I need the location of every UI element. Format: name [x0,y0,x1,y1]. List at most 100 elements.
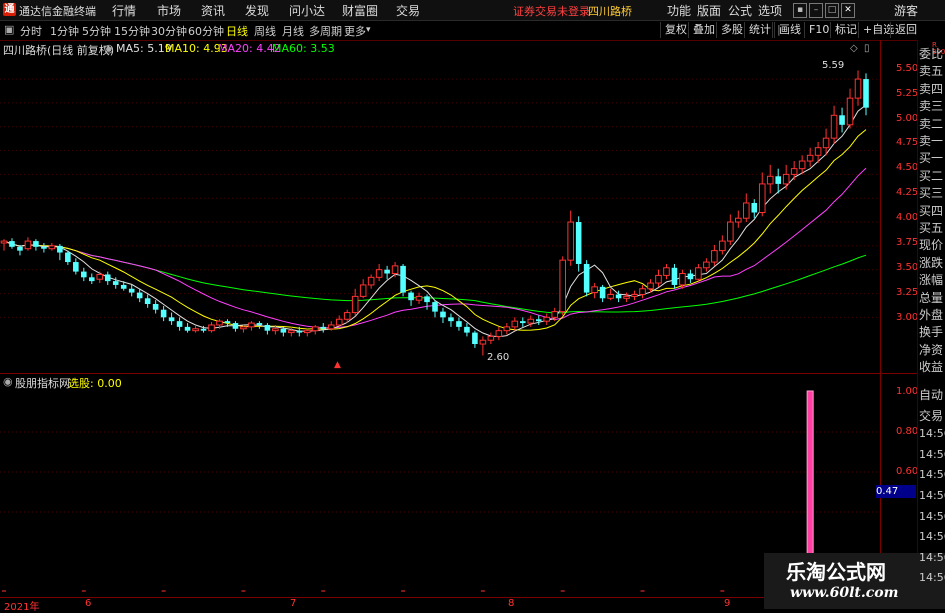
candle[interactable] [583,260,590,297]
candle[interactable] [351,288,359,316]
candle[interactable] [863,73,869,116]
candle[interactable] [152,300,159,314]
candle[interactable] [487,332,495,345]
candle[interactable] [96,271,104,284]
candle[interactable] [17,244,23,256]
candle[interactable] [567,210,574,266]
stats-button[interactable]: 统计 [744,22,775,38]
menu-shichang[interactable]: 市场 [157,2,181,19]
candle[interactable] [503,323,511,335]
candle[interactable] [782,164,790,190]
candle[interactable] [359,279,367,299]
candle[interactable] [424,294,430,310]
candle[interactable] [88,273,95,284]
trade-login-warning[interactable]: 证券交易未登录 [513,3,590,19]
candle[interactable] [41,243,47,253]
minimize-icon[interactable]: – [809,3,823,18]
candle[interactable] [327,321,335,331]
candle[interactable] [591,283,598,299]
candle[interactable] [415,292,423,304]
candle[interactable] [320,323,327,333]
candle[interactable] [663,263,670,280]
period-60min[interactable]: 60分钟 [188,23,224,39]
indicator-settings-icon[interactable]: ◉ [3,375,13,388]
candle[interactable] [607,288,614,301]
candle[interactable] [176,317,183,331]
candle[interactable] [408,290,414,306]
candle[interactable] [9,238,15,249]
back-button[interactable]: 返回 [890,22,921,38]
candle[interactable] [456,317,462,331]
candle[interactable] [758,172,766,217]
kline-chart[interactable] [0,40,880,373]
overlay-button[interactable]: 叠加 [688,22,719,38]
candle[interactable] [846,88,854,129]
candle[interactable] [128,284,135,297]
multi-stock-button[interactable]: 多股 [716,22,747,38]
candle[interactable] [288,326,295,337]
candle[interactable] [695,263,702,282]
menu-caifuquan[interactable]: 财富圈 [342,2,378,19]
candle[interactable] [448,313,454,327]
menu-faxian[interactable]: 发现 [245,2,269,19]
candle[interactable] [24,237,32,251]
chart-diamond-icon[interactable]: ◇ [850,43,858,54]
candle[interactable] [479,336,487,356]
fuquan-button[interactable]: 复权 [660,22,691,38]
candle[interactable] [559,256,566,316]
candle[interactable] [256,321,263,329]
period-monthly[interactable]: 月线 [282,23,304,39]
candle[interactable] [631,290,638,301]
candle[interactable] [384,265,390,280]
candle[interactable] [671,263,678,289]
menu-wenxiaoda[interactable]: 问小达 [289,2,325,19]
candle[interactable] [575,216,582,272]
f10-button[interactable]: F10 [804,22,833,38]
menu-jiaoyi[interactable]: 交易 [396,2,420,19]
candle[interactable] [57,243,63,261]
candle[interactable] [160,305,167,322]
period-daily[interactable]: 日线 [226,23,248,39]
candle[interactable] [144,294,151,308]
menu-gongshi[interactable]: 公式 [728,2,752,19]
event-marker-icon[interactable]: ▲ [334,360,341,370]
candle[interactable] [655,269,662,287]
maximize-icon[interactable]: □ [825,3,839,18]
candle[interactable] [775,168,782,194]
candle[interactable] [854,70,862,106]
candle[interactable] [335,315,343,327]
candle[interactable] [367,274,375,289]
candle[interactable] [81,267,87,282]
menu-gongneng[interactable]: 功能 [667,2,691,19]
period-15min[interactable]: 15分钟 [114,23,150,39]
candle[interactable] [311,324,319,335]
period-30min[interactable]: 30分钟 [151,23,187,39]
candle[interactable] [104,271,111,285]
candle[interactable] [375,263,383,282]
candle[interactable] [440,307,446,324]
menu-xuanxiang[interactable]: 选项 [758,2,782,19]
candle[interactable] [264,323,271,335]
candle[interactable] [766,164,774,194]
candle[interactable] [232,321,239,332]
candle[interactable] [184,323,191,333]
mark-button[interactable]: 标记 [830,22,861,38]
candle[interactable] [73,258,79,275]
guest-label[interactable]: 游客 [894,2,918,19]
candle[interactable] [511,317,519,331]
menu-banmian[interactable]: 版面 [697,2,721,19]
period-multi[interactable]: 多周期 [309,23,342,39]
more-dropdown-icon[interactable]: ▾ [366,25,371,35]
candle[interactable] [48,243,56,251]
candle[interactable] [830,105,838,144]
period-1min[interactable]: 1分钟 [50,23,79,39]
candle[interactable] [0,239,8,251]
candle[interactable] [33,239,39,251]
chart-settings-icon[interactable]: ◉ [104,42,114,55]
candle[interactable] [687,269,694,284]
candle[interactable] [735,210,742,228]
draw-line-button[interactable]: 画线 [774,22,805,38]
indicator-chart[interactable] [0,374,880,596]
period-fenshi[interactable]: 分时 [20,23,42,39]
candle[interactable] [639,284,646,299]
